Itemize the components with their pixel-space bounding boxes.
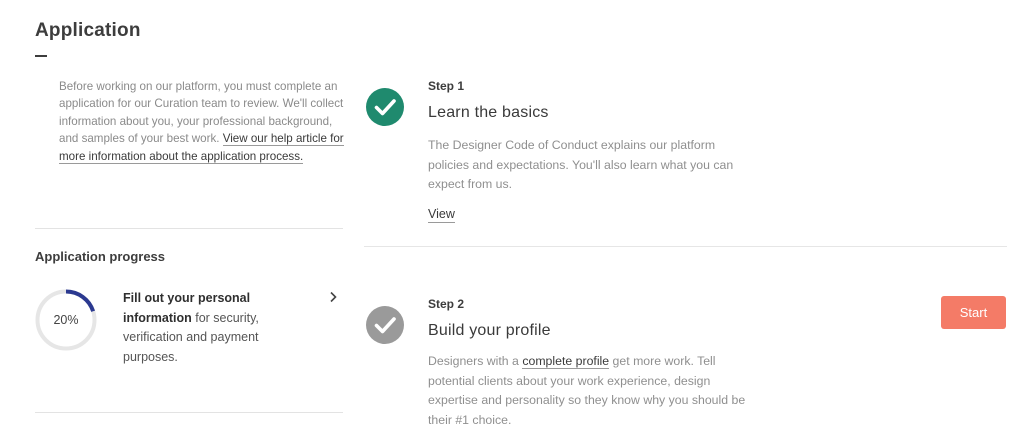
chevron-right-icon[interactable] bbox=[327, 291, 339, 303]
progress-percent: 20% bbox=[53, 313, 79, 327]
progress-task[interactable]: Fill out your personal information for s… bbox=[123, 289, 303, 367]
step-2-title: Build your profile bbox=[428, 322, 551, 339]
complete-profile-link[interactable]: complete profile bbox=[522, 354, 610, 369]
step-2-desc-pre: Designers with a bbox=[428, 354, 523, 368]
title-underline bbox=[35, 55, 47, 57]
check-circle-icon bbox=[366, 88, 404, 126]
sidebar-divider bbox=[35, 228, 343, 229]
check-circle-icon bbox=[366, 306, 404, 344]
start-button[interactable]: Start bbox=[941, 296, 1006, 329]
sidebar-divider-bottom bbox=[35, 412, 343, 413]
step-2-icon-circle bbox=[366, 306, 404, 344]
page-title: Application bbox=[35, 20, 141, 41]
step-1-title: Learn the basics bbox=[428, 104, 549, 121]
step-2-description: Designers with a complete profile get mo… bbox=[428, 352, 758, 430]
step-1-description: The Designer Code of Conduct explains ou… bbox=[428, 138, 734, 192]
step-2-label: Step 2 bbox=[428, 297, 465, 311]
step-1-label: Step 1 bbox=[428, 79, 465, 93]
steps-divider bbox=[364, 246, 1007, 247]
progress-heading: Application progress bbox=[35, 249, 166, 264]
application-page: Application Before working on our platfo… bbox=[0, 0, 1024, 441]
step-1-icon-circle bbox=[366, 88, 404, 126]
step-1-view-link[interactable]: View bbox=[428, 207, 455, 223]
intro-paragraph: Before working on our platform, you must… bbox=[59, 78, 349, 165]
